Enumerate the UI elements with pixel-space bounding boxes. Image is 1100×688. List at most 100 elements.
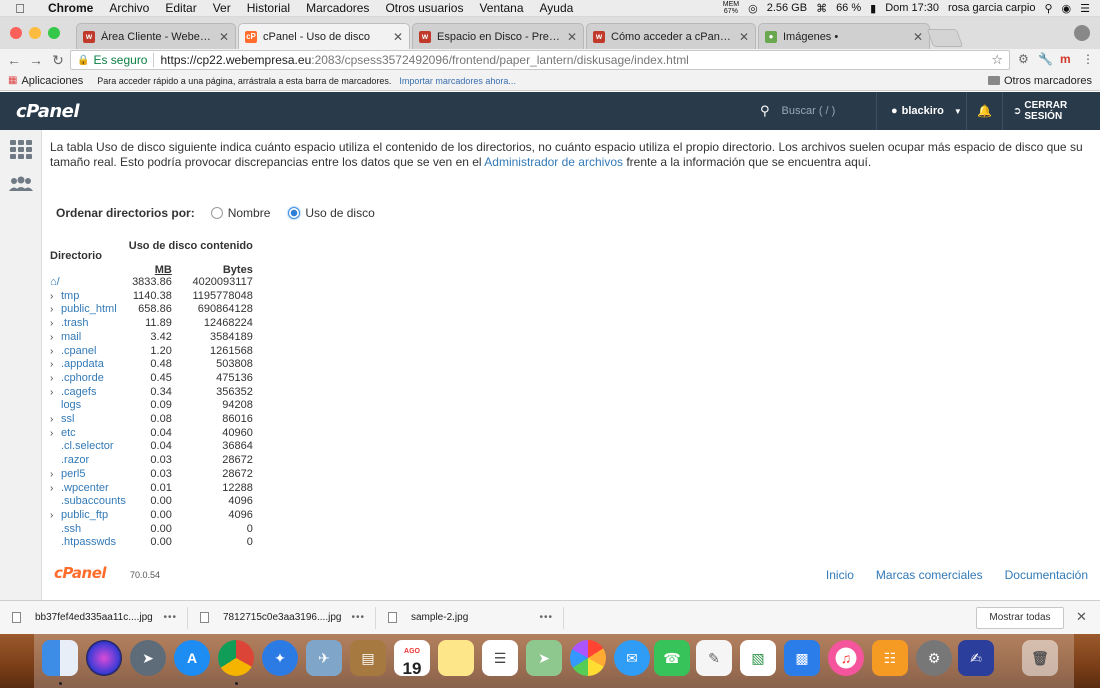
apple-menu-icon[interactable]:  — [0, 1, 40, 16]
clock[interactable]: Dom 17:30 — [885, 2, 939, 14]
import-bookmarks-link[interactable]: Importar marcadores ahora... — [399, 76, 516, 86]
system-preferences-icon[interactable]: ⚙ — [916, 640, 952, 676]
directory-name[interactable]: .trash — [61, 317, 89, 329]
chevron-right-icon[interactable]: › — [50, 372, 61, 386]
directory-name[interactable]: .cphorde — [61, 372, 104, 384]
spotlight-search-icon[interactable]: ⚲ — [1044, 2, 1052, 15]
chevron-right-icon[interactable]: › — [50, 413, 61, 427]
download-options-icon[interactable]: ••• — [539, 612, 553, 623]
chevron-right-icon[interactable]: › — [50, 427, 61, 441]
close-tab-icon[interactable]: ✕ — [913, 30, 923, 44]
users-icon[interactable] — [8, 176, 34, 192]
chevron-right-icon[interactable]: › — [50, 358, 61, 372]
chevron-right-icon[interactable]: › — [50, 290, 61, 304]
directory-name[interactable]: etc — [61, 427, 76, 439]
tab-imagenes[interactable]: ● Imágenes • ✕ — [758, 23, 930, 49]
chevron-right-icon[interactable]: › — [50, 468, 61, 482]
messages-icon[interactable]: ✉ — [614, 640, 650, 676]
ibooks-icon[interactable]: ☷ — [872, 640, 908, 676]
photos-icon[interactable] — [570, 640, 606, 676]
show-all-downloads-button[interactable]: Mostrar todas — [976, 607, 1064, 629]
close-tab-icon[interactable]: ✕ — [393, 30, 403, 44]
directory-name[interactable]: mail — [61, 331, 81, 343]
chevron-right-icon[interactable]: › — [50, 345, 61, 359]
minimize-window-button[interactable] — [29, 27, 41, 39]
notefile-icon[interactable]: ▤ — [350, 640, 386, 676]
chevron-right-icon[interactable]: › — [50, 303, 61, 317]
chevron-right-icon[interactable]: › — [50, 482, 61, 496]
chrome-menu-icon[interactable]: ⋮ — [1082, 52, 1094, 66]
cpanel-logo[interactable]: cPanel — [16, 101, 80, 122]
reminders-icon[interactable]: ☰ — [482, 640, 518, 676]
trash-icon[interactable]: 🗑 — [1022, 640, 1058, 676]
chevron-right-icon[interactable]: › — [50, 331, 61, 345]
maps-icon[interactable]: ➤ — [526, 640, 562, 676]
launchpad-icon[interactable]: ➤ — [130, 640, 166, 676]
preview-icon[interactable]: ✈ — [306, 640, 342, 676]
tab-como-acceder-cpanel[interactable]: w Cómo acceder a cPanel - Preg ✕ — [586, 23, 756, 49]
tab-cpanel-uso-de-disco[interactable]: cP cPanel - Uso de disco ✕ — [238, 23, 410, 50]
cpanel-search[interactable]: ⚲ Buscar ( / ) — [760, 103, 835, 119]
chevron-right-icon[interactable]: › — [50, 386, 61, 400]
siri-icon[interactable] — [86, 640, 122, 676]
siri-icon[interactable]: ◉ — [1062, 2, 1072, 15]
current-user[interactable]: rosa garcia carpio — [948, 2, 1035, 14]
footer-link-marcas[interactable]: Marcas comerciales — [876, 568, 983, 582]
calendar-icon[interactable]: AGO 19 — [394, 640, 430, 678]
directory-name[interactable]: tmp — [61, 290, 79, 302]
directory-name[interactable]: .cagefs — [61, 386, 96, 398]
keynote-icon[interactable]: ▩ — [784, 640, 820, 676]
battery-percentage[interactable]: 66 % — [836, 2, 861, 14]
directory-name[interactable]: public_ftp — [61, 509, 108, 521]
app-menu[interactable]: Chrome — [40, 1, 101, 15]
notifications-bell-icon[interactable]: 🔔 — [966, 92, 1002, 130]
footer-link-documentacion[interactable]: Documentación — [1005, 568, 1088, 582]
user-menu[interactable]: ● blackiro ▼ — [876, 92, 966, 130]
back-arrow-icon[interactable]: ← — [6, 52, 22, 68]
file-manager-link[interactable]: Administrador de archivos — [484, 155, 623, 169]
safari-icon[interactable]: ✦ — [262, 640, 298, 676]
directory-name[interactable]: .wpcenter — [61, 482, 109, 494]
chevron-right-icon[interactable]: › — [50, 509, 61, 523]
home-icon[interactable]: ⌂ — [50, 276, 57, 288]
footer-cpanel-logo[interactable]: cPanel — [54, 564, 107, 582]
wrench-extension-icon[interactable]: 🔧 — [1038, 52, 1053, 66]
menu-ayuda[interactable]: Ayuda — [532, 1, 582, 15]
sort-by-usage-radio[interactable]: Uso de disco — [288, 206, 375, 220]
download-options-icon[interactable]: ••• — [351, 612, 365, 623]
menu-marcadores[interactable]: Marcadores — [298, 1, 377, 15]
close-tab-icon[interactable]: ✕ — [219, 30, 229, 44]
numbers-icon[interactable]: ▧ — [740, 640, 776, 676]
extension-icon[interactable]: ⚙ — [1018, 52, 1029, 66]
other-bookmarks[interactable]: Otros marcadores — [987, 75, 1092, 87]
itunes-icon[interactable]: ♫ — [828, 640, 864, 676]
apps-shortcut[interactable]: ▦ Aplicaciones — [8, 75, 83, 87]
menu-ventana[interactable]: Ventana — [471, 1, 531, 15]
apps-grid-icon[interactable] — [10, 140, 32, 159]
tab-area-cliente[interactable]: w Área Cliente - Webempresa Eu ✕ — [76, 23, 236, 49]
textedit-icon[interactable]: ✎ — [696, 640, 732, 676]
tab-espacio-en-disco[interactable]: w Espacio en Disco - Preguntas F ✕ — [412, 23, 584, 49]
radio-checked[interactable] — [288, 207, 301, 219]
menu-archivo[interactable]: Archivo — [101, 1, 157, 15]
menu-editar[interactable]: Editar — [157, 1, 204, 15]
notes-icon[interactable] — [438, 640, 474, 676]
chevron-right-icon[interactable]: › — [50, 317, 61, 331]
download-item[interactable]: bb37fef4ed335aa11c....jpg ••• — [0, 606, 188, 629]
directory-name[interactable]: public_html — [61, 303, 117, 315]
menu-historial[interactable]: Historial — [239, 1, 298, 15]
mb-header[interactable]: MB — [155, 264, 172, 276]
zoom-window-button[interactable] — [48, 27, 60, 39]
wifi-icon[interactable]: ⌘ — [816, 2, 827, 15]
notification-center-icon[interactable]: ☰ — [1080, 2, 1090, 15]
search-input[interactable]: Buscar ( / ) — [782, 105, 836, 117]
close-tab-icon[interactable]: ✕ — [567, 30, 577, 44]
radio-unchecked[interactable] — [210, 207, 223, 219]
logout-button[interactable]: ➲ CERRAR SESIÓN — [1002, 92, 1100, 130]
menu-ver[interactable]: Ver — [205, 1, 239, 15]
finder-icon[interactable] — [42, 640, 78, 676]
secure-label[interactable]: Es seguro — [93, 53, 155, 67]
directory-name[interactable]: .cpanel — [61, 345, 96, 357]
close-window-button[interactable] — [10, 27, 22, 39]
script-editor-icon[interactable]: ✍ — [958, 640, 994, 676]
